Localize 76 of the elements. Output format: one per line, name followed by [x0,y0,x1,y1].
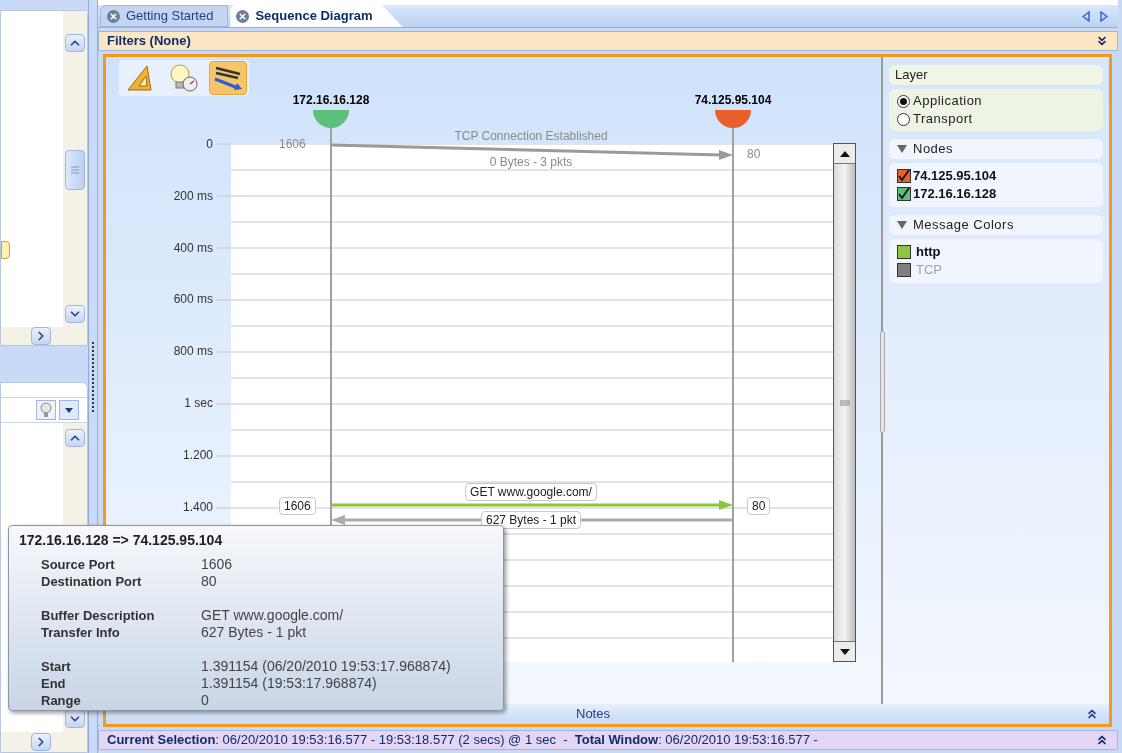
message-label: GET www.google.com/ [465,483,597,501]
tab[interactable]: Sequence Diagram [230,5,403,27]
axis-label: 600 ms [173,292,213,307]
message-label: 0 Bytes - 3 pkts [489,155,573,169]
axis-label: 200 ms [173,188,213,203]
scroll-down-button[interactable] [834,641,855,661]
caret-icon [839,648,850,655]
node-marker[interactable] [715,110,751,128]
axis-label: 0 [206,137,213,151]
field-label: Buffer Description [41,606,156,625]
axis-label: 1 sec [184,396,213,410]
radio-option[interactable]: Transport [897,110,1095,128]
field-value: 1.391154 (06/20/2010 19:53:17.968874) [201,657,451,676]
expand-icon[interactable] [1085,707,1099,721]
field-label: Destination Port [41,572,143,591]
arrow-icon [212,64,244,92]
message-label: 627 Bytes - 1 pkt [481,511,581,529]
scroll-up-button[interactable] [65,429,85,447]
scroll-right-icon[interactable] [1100,11,1108,22]
scroll-right-button[interactable] [31,733,51,751]
port-label: 1606 [279,137,306,151]
field-value: 1.391154 (19:53:17.968874) [201,674,377,693]
section-header[interactable]: Message Colors [889,215,1103,235]
scroll-up-button[interactable] [834,144,855,164]
axis-label: 1.200 [182,447,213,462]
field-value: 80 [201,572,217,591]
field-label: Start [41,657,72,676]
scroll-down-button[interactable] [65,305,85,323]
scroll-up-button[interactable] [65,34,85,52]
axis-label: 800 ms [173,344,213,359]
close-icon[interactable] [107,9,120,23]
expand-icon[interactable] [1095,34,1109,48]
axis-label: 1.400 [182,499,213,514]
field-value: GET www.google.com/ [201,606,344,625]
grip-icon [839,399,850,406]
field-label: End [41,674,67,693]
bulb-icon [40,402,52,418]
field-label: Range [41,691,82,710]
folder-icon [1,241,10,259]
message-label: TCP Connection Established [454,129,608,143]
node-item[interactable]: 74.125.95.104 [897,167,1095,185]
field-value: 627 Bytes - 1 pkt [201,623,307,642]
node-label: 172.16.16.128 [292,93,370,107]
axis-label: 400 ms [173,240,213,255]
splitter-grip[interactable] [91,341,95,412]
color-label[interactable]: http [916,242,941,262]
status-text: Current Selection: 06/20/2010 19:53:16.577 - 19:53:18.577 (2 secs) @ 1 sec - Total Window: 06/20/2010 19:53:16.577 - [107,731,818,750]
port-label: 80 [747,497,771,515]
node-item[interactable]: 172.16.16.128 [897,185,1095,203]
section-header[interactable]: Nodes [889,139,1103,159]
field-label: Source Port [41,555,116,574]
port-label: 1606 [279,497,316,515]
grip-icon [71,166,79,174]
caret-icon [839,150,850,157]
bulb-clock-icon [168,63,200,93]
toolbar-button[interactable] [209,61,247,95]
tab[interactable]: Getting Started [100,5,229,27]
caret-down-icon [897,221,907,229]
scrollbar-thumb[interactable] [65,150,85,190]
expand-icon[interactable] [1095,733,1109,747]
caret-down-icon [897,145,907,153]
filters-bar[interactable]: Filters (None) [98,31,1118,51]
node-label: 74.125.95.104 [694,93,772,107]
scroll-right-button[interactable] [31,327,51,345]
scroll-left-icon[interactable] [1082,11,1090,22]
section-title: Layer [889,65,1103,85]
field-value: 1606 [201,555,233,574]
caret-icon [65,407,73,413]
port-label: 80 [747,147,761,161]
close-icon[interactable] [236,9,250,23]
node-marker[interactable] [313,110,349,128]
radio-option[interactable]: Application [897,92,1095,110]
tooltip-title: 172.16.16.128 => 74.125.95.104 [19,531,224,550]
splitter-handle[interactable] [880,331,885,433]
field-label: Transfer Info [41,623,121,642]
dropdown-button[interactable] [59,400,79,420]
